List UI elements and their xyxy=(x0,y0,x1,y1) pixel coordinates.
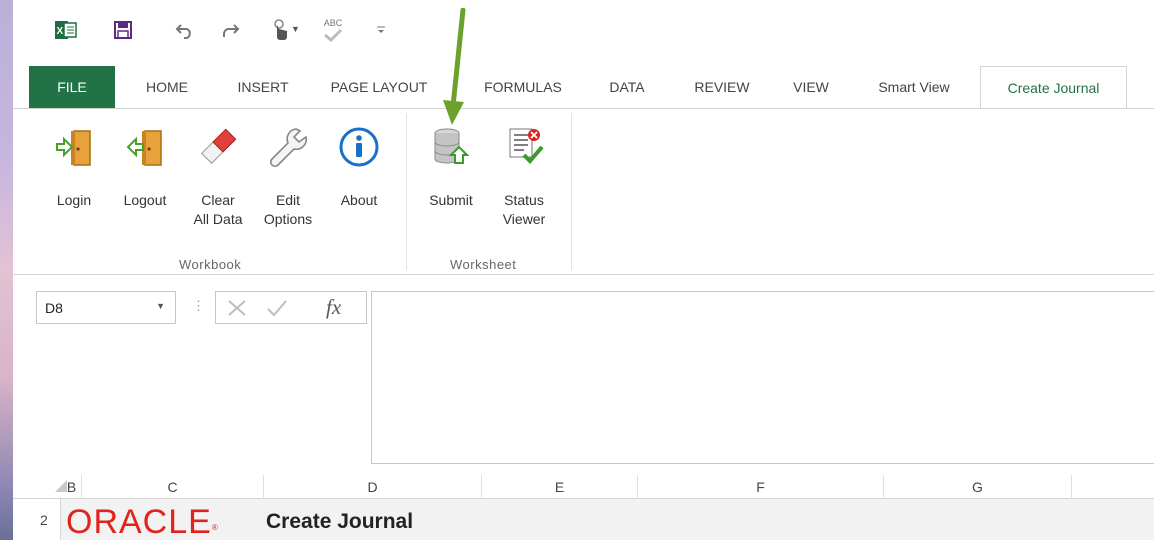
window-edge-strip xyxy=(0,0,13,540)
tab-file[interactable]: FILE xyxy=(29,66,115,108)
quick-access-toolbar: X ▼ ABC xyxy=(13,0,1154,66)
submit-button[interactable]: Submit xyxy=(421,125,481,210)
spelling-icon-label: ABC xyxy=(323,17,343,28)
column-header-b[interactable]: B xyxy=(62,475,82,499)
status-viewer-label-line1: Status xyxy=(504,192,544,208)
tab-view[interactable]: VIEW xyxy=(783,66,839,108)
status-viewer-label: Status Viewer xyxy=(503,191,546,229)
name-box[interactable]: D8 ▼ xyxy=(36,291,176,324)
tab-home[interactable]: HOME xyxy=(133,66,201,108)
database-upload-icon xyxy=(429,125,473,169)
column-header-c[interactable]: C xyxy=(82,475,264,499)
column-header-d[interactable]: D xyxy=(264,475,482,499)
login-button[interactable]: Login xyxy=(49,125,99,210)
tab-review[interactable]: REVIEW xyxy=(683,66,761,108)
group-label-worksheet: Worksheet xyxy=(450,257,517,272)
wrench-icon xyxy=(266,125,310,169)
status-list-icon xyxy=(502,125,546,169)
group-label-workbook: Workbook xyxy=(179,257,242,272)
tab-formulas[interactable]: FORMULAS xyxy=(471,66,575,108)
clear-all-data-label: Clear All Data xyxy=(193,191,242,229)
enter-check-icon[interactable] xyxy=(266,298,288,318)
redo-icon[interactable] xyxy=(218,16,242,44)
info-icon xyxy=(337,125,381,169)
column-header-e[interactable]: E xyxy=(482,475,638,499)
name-box-value: D8 xyxy=(45,299,63,316)
spelling-icon[interactable]: ABC xyxy=(318,16,348,44)
oracle-logo-text: ORACLE xyxy=(66,503,212,540)
tab-smart-view[interactable]: Smart View xyxy=(863,66,965,108)
about-label: About xyxy=(340,192,378,208)
group-separator xyxy=(571,113,572,270)
ribbon-tabs: FILE HOME INSERT PAGE LAYOUT FORMULAS DA… xyxy=(13,66,1154,109)
tab-create-journal[interactable]: Create Journal xyxy=(980,66,1127,109)
annotation-arrow xyxy=(443,8,466,125)
touch-dropdown-icon[interactable]: ▼ xyxy=(291,24,300,34)
formula-input[interactable] xyxy=(371,291,1154,464)
edit-options-label: Edit Options xyxy=(264,191,312,229)
touch-mode-icon[interactable]: ▼ xyxy=(263,16,300,44)
oracle-logo: ORACLE® xyxy=(66,503,219,540)
name-box-dropdown-icon[interactable]: ▼ xyxy=(156,301,165,311)
excel-logo-icon[interactable]: X xyxy=(53,16,79,44)
logout-label: Logout xyxy=(123,192,167,208)
clear-all-data-button[interactable]: Clear All Data xyxy=(187,125,249,229)
column-header-g[interactable]: G xyxy=(884,475,1072,499)
column-header-f[interactable]: F xyxy=(638,475,884,499)
customize-qat-icon[interactable] xyxy=(373,16,389,44)
row-header-2[interactable] xyxy=(13,499,61,540)
edit-options-button[interactable]: Edit Options xyxy=(253,125,323,229)
svg-text:X: X xyxy=(57,26,64,37)
row-number-2: 2 xyxy=(40,512,48,528)
insert-function-icon[interactable]: fx xyxy=(326,295,341,320)
eraser-icon xyxy=(196,125,240,169)
edit-options-label-line2: Options xyxy=(263,211,313,227)
tab-insert[interactable]: INSERT xyxy=(225,66,301,108)
group-separator xyxy=(406,113,407,270)
save-icon[interactable] xyxy=(111,16,135,44)
formula-bar-grip-icon[interactable]: ⋮ xyxy=(192,298,205,314)
clear-all-data-label-line2: All Data xyxy=(193,211,243,227)
tab-data[interactable]: DATA xyxy=(597,66,657,108)
logout-door-icon xyxy=(123,125,167,169)
login-door-icon xyxy=(52,125,96,169)
logout-button[interactable]: Logout xyxy=(117,125,173,210)
status-viewer-label-line2: Viewer xyxy=(502,211,546,227)
cancel-icon[interactable] xyxy=(226,298,248,318)
edit-options-label-line1: Edit xyxy=(275,192,301,208)
submit-label: Submit xyxy=(429,192,473,208)
undo-icon[interactable] xyxy=(173,16,197,44)
status-viewer-button[interactable]: Status Viewer xyxy=(494,125,554,229)
create-journal-title: Create Journal xyxy=(266,510,414,533)
formula-bar-buttons: fx xyxy=(215,291,367,324)
tab-page-layout[interactable]: PAGE LAYOUT xyxy=(320,66,438,108)
ribbon-panel: Login Logout Clear All Data Edit Options… xyxy=(13,109,1154,274)
clear-all-data-label-line1: Clear xyxy=(201,192,235,208)
login-label: Login xyxy=(56,192,92,208)
about-button[interactable]: About xyxy=(331,125,387,210)
